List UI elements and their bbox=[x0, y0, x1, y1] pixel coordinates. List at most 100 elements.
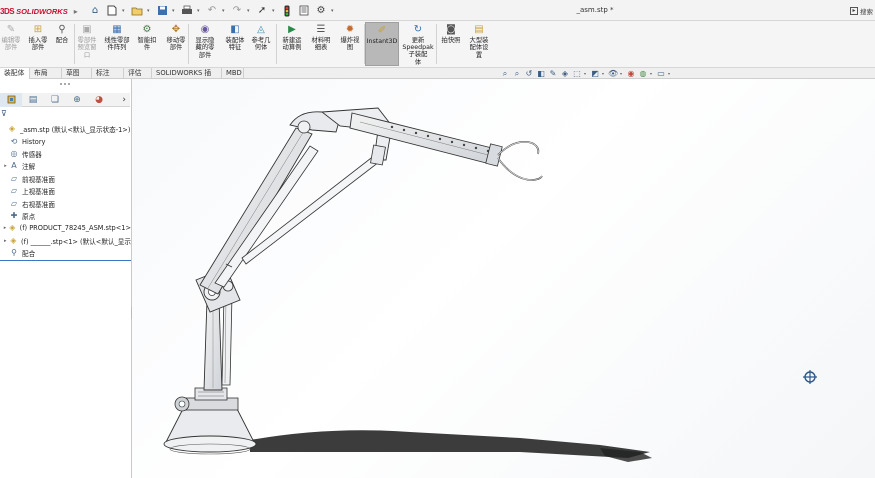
tree-item[interactable]: ◈ _asm.stp (默认<默认_显示状态-1>) bbox=[0, 123, 131, 135]
annotation-icon: A bbox=[11, 161, 17, 171]
options-gear-icon[interactable]: ⚙ bbox=[314, 4, 328, 18]
tree-expand-icon[interactable]: ▸ bbox=[2, 163, 9, 169]
display-manager-tab-icon[interactable]: ◕ bbox=[88, 93, 110, 107]
ribbon-separator bbox=[436, 24, 437, 64]
tree-item[interactable]: ⚲ 配合 bbox=[0, 247, 131, 259]
large-assembly-settings-button[interactable]: ▤ 大型装 配体设 置 bbox=[464, 22, 494, 66]
view-settings-dropdown-icon[interactable]: ▾ bbox=[668, 71, 672, 76]
select-dropdown-icon[interactable]: ▾ bbox=[272, 8, 277, 14]
tree-item[interactable]: ▱ 前视基准面 bbox=[0, 173, 131, 185]
feature-tree: ◈ _asm.stp (默认<默认_显示状态-1>) ⟲ History ◎ 传感器 ▸ A 注… bbox=[0, 123, 131, 259]
search-toggle-icon[interactable]: ▸ bbox=[850, 6, 858, 15]
options-dropdown-icon[interactable]: ▾ bbox=[331, 8, 336, 14]
view-orientation-dropdown-icon[interactable]: ▾ bbox=[584, 71, 588, 76]
dimxpert-manager-tab-icon[interactable]: ⊕ bbox=[66, 93, 88, 107]
hide-show-items-icon[interactable]: 👁 bbox=[608, 69, 618, 79]
instant3d-icon: ✐ bbox=[377, 25, 387, 36]
open-folder-icon[interactable] bbox=[130, 4, 144, 18]
take-snapshot-button[interactable]: ◙ 拍快照 bbox=[438, 22, 464, 66]
previous-view-icon[interactable]: ↺ bbox=[524, 69, 534, 79]
undo-dropdown-icon[interactable]: ▾ bbox=[222, 8, 227, 14]
section-view-icon[interactable]: ◧ bbox=[536, 69, 546, 79]
graphics-area[interactable] bbox=[132, 79, 875, 478]
feature-manager-tab-icon[interactable] bbox=[0, 92, 22, 107]
property-manager-tab-icon[interactable]: ▤ bbox=[22, 93, 44, 107]
reference-geometry-button[interactable]: ◬ 参考几 何体 bbox=[248, 22, 274, 66]
tab-1[interactable]: 布局 bbox=[30, 68, 62, 79]
redo-dropdown-icon[interactable]: ▾ bbox=[247, 8, 252, 14]
new-dropdown-icon[interactable]: ▾ bbox=[122, 8, 127, 14]
robot-arm-model[interactable] bbox=[132, 79, 875, 478]
bill-of-materials-button[interactable]: ☰ 材料明 细表 bbox=[308, 22, 334, 66]
tree-item-label: 配合 bbox=[22, 250, 36, 259]
tree-item[interactable]: ▸ ◈ (f) PRODUCT_78245_ASM.stp<1> bbox=[0, 222, 131, 234]
tree-item[interactable]: ▱ 上视基准面 bbox=[0, 185, 131, 197]
open-dropdown-icon[interactable]: ▾ bbox=[147, 8, 152, 14]
display-style-dropdown-icon[interactable]: ▾ bbox=[602, 71, 606, 76]
print-dropdown-icon[interactable]: ▾ bbox=[197, 8, 202, 14]
solidworks-logo[interactable]: 3DS SOLIDWORKS ▸ bbox=[0, 5, 78, 17]
zoom-to-fit-icon[interactable]: ⌕ bbox=[500, 69, 510, 79]
smart-fasteners-button[interactable]: ⚙ 智能扣 件 bbox=[134, 22, 160, 66]
update-speedpak-button[interactable]: ↻ 更新 Speedpak 子装配 体 bbox=[401, 22, 435, 66]
tree-item[interactable]: ◎ 传感器 bbox=[0, 148, 131, 160]
hide-show-dropdown-icon[interactable]: ▾ bbox=[620, 71, 624, 76]
edit-component-button[interactable]: ✎ 编辑零 部件 bbox=[0, 22, 22, 66]
view-orientation-icon[interactable]: ⬚ bbox=[572, 69, 582, 79]
new-motion-study-button[interactable]: ▶ 新建运 动算例 bbox=[278, 22, 306, 66]
scene-dropdown-icon[interactable]: ▾ bbox=[650, 71, 654, 76]
menu-expand-icon[interactable]: ▸ bbox=[74, 7, 78, 16]
tree-item[interactable]: ▱ 右视基准面 bbox=[0, 197, 131, 209]
component-preview-button[interactable]: ▣ 零部件 预览窗 口 bbox=[74, 22, 100, 66]
redo-icon[interactable]: ↷ bbox=[230, 4, 244, 18]
tab-5[interactable]: SOLIDWORKS 插件 bbox=[152, 68, 222, 88]
undo-icon[interactable]: ↶ bbox=[205, 4, 219, 18]
view-selector-icon[interactable]: ◈ bbox=[560, 69, 570, 79]
model-shadow bbox=[250, 430, 650, 458]
search-commands[interactable]: ▸ 搜索 bbox=[850, 4, 875, 17]
reference-triad-icon[interactable] bbox=[802, 369, 818, 385]
tab-4[interactable]: 评估 bbox=[124, 68, 152, 79]
mate-button[interactable]: ⚲ 配合 bbox=[52, 22, 72, 66]
home-icon[interactable]: ⌂ bbox=[88, 4, 102, 18]
print-icon[interactable] bbox=[180, 4, 194, 18]
traffic-light-icon[interactable] bbox=[280, 4, 294, 18]
exploded-view-label: 爆炸视 图 bbox=[340, 37, 360, 52]
tab-0[interactable]: 装配体 bbox=[0, 68, 30, 79]
apply-scene-icon[interactable]: ◍ bbox=[638, 69, 648, 79]
tree-item[interactable]: ⟲ History bbox=[0, 135, 131, 147]
tree-item-label: 右视基准面 bbox=[22, 200, 55, 209]
large-assembly-settings-label: 大型装 配体设 置 bbox=[469, 37, 489, 59]
zoom-to-area-icon[interactable]: ⌕ bbox=[512, 69, 522, 79]
tab-2[interactable]: 草图 bbox=[62, 68, 92, 79]
tree-item[interactable]: ▸ ◈ (f) ______.stp<1> (默认<默认_显示 bbox=[0, 235, 131, 247]
file-properties-icon[interactable] bbox=[297, 4, 311, 18]
edit-appearance-icon[interactable]: ◉ bbox=[626, 69, 636, 79]
ribbon-separator bbox=[364, 24, 365, 64]
move-component-button[interactable]: ✥ 移动零 部件 bbox=[162, 22, 190, 66]
new-document-icon[interactable] bbox=[105, 4, 119, 18]
show-hidden-button[interactable]: ◉ 显示隐 藏的零 部件 bbox=[192, 22, 218, 66]
save-icon[interactable] bbox=[155, 4, 169, 18]
dynamic-annotation-icon[interactable]: ✎ bbox=[548, 69, 558, 79]
more-tabs-arrow-icon[interactable]: › bbox=[122, 95, 126, 105]
tree-item[interactable]: ▸ A 注解 bbox=[0, 160, 131, 172]
insert-component-button[interactable]: ⊞ 插入零 部件 bbox=[26, 22, 50, 66]
linear-pattern-button[interactable]: ▦ 线性零部 件阵列 bbox=[102, 22, 132, 66]
plane-icon: ▱ bbox=[10, 173, 18, 183]
tab-3[interactable]: 标注 bbox=[92, 68, 124, 79]
assembly-features-button[interactable]: ◧ 装配体 特征 bbox=[222, 22, 248, 66]
tab-6[interactable]: MBD bbox=[222, 68, 244, 79]
filter-icon[interactable]: ⊽ bbox=[0, 109, 130, 120]
view-settings-icon[interactable]: ▭ bbox=[656, 69, 666, 79]
select-arrow-icon[interactable]: ➚ bbox=[255, 4, 269, 18]
exploded-view-button[interactable]: ✹ 爆炸视 图 bbox=[336, 22, 364, 66]
display-style-icon[interactable]: ◩ bbox=[590, 69, 600, 79]
save-dropdown-icon[interactable]: ▾ bbox=[172, 8, 177, 14]
panel-grip[interactable] bbox=[60, 83, 70, 88]
sensor-icon: ◎ bbox=[10, 148, 18, 158]
configuration-manager-tab-icon[interactable]: ❏ bbox=[44, 93, 66, 107]
instant3d-button[interactable]: ✐ Instant3D bbox=[365, 22, 399, 66]
tree-expand-icon[interactable]: ▸ bbox=[2, 238, 9, 244]
tree-item[interactable]: ✚ 原点 bbox=[0, 210, 131, 222]
